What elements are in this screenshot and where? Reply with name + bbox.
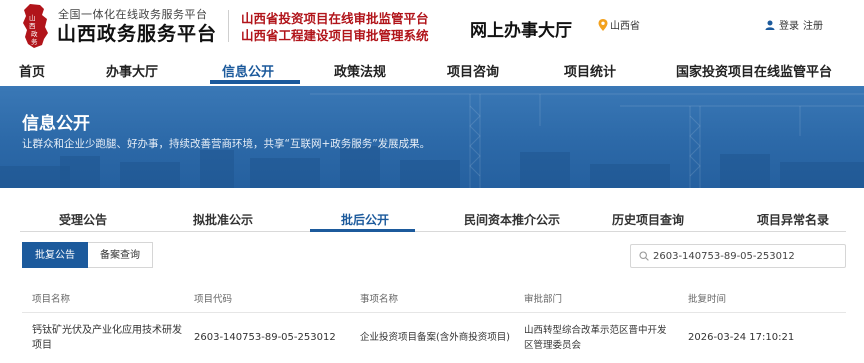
tab-private-capital[interactable]: 民间资本推介公示 xyxy=(464,211,560,228)
site-header: 山 西 政 务 全国一体化在线政务服务平台 山西政务服务平台 山西省投资项目在线… xyxy=(0,0,864,52)
tab-history-query[interactable]: 历史项目查询 xyxy=(612,211,684,228)
location-label: 山西省 xyxy=(610,21,640,32)
cell-project-name[interactable]: 钙钛矿光伏及产业化应用技术研发项目 xyxy=(32,323,182,353)
column-header-item-name: 事项名称 xyxy=(360,294,399,305)
disclosure-tabs: 受理公告 拟批准公示 批后公开 民间资本推介公示 历史项目查询 项目异常名录 xyxy=(0,204,864,234)
header-divider xyxy=(228,10,229,42)
banner-subtitle: 让群众和企业少跑腿、好办事，持续改善营商环境，共享“互联网+政务服务”发展成果。 xyxy=(22,138,431,150)
nav-item-home[interactable]: 首页 xyxy=(19,61,45,80)
tab-abnormal-list[interactable]: 项目异常名录 xyxy=(757,211,829,228)
nav-item-policies[interactable]: 政策法规 xyxy=(334,61,386,80)
account-links: 登录 注册 xyxy=(765,17,823,32)
nav-item-project-consult[interactable]: 项目咨询 xyxy=(447,61,499,80)
column-header-project-code: 项目代码 xyxy=(194,294,233,305)
tab-acceptance-notice[interactable]: 受理公告 xyxy=(59,211,107,228)
filing-query-button[interactable]: 备案查询 xyxy=(88,242,153,268)
column-header-project-name: 项目名称 xyxy=(32,294,71,305)
user-icon xyxy=(765,20,775,30)
cell-project-code: 2603-140753-89-05-253012 xyxy=(194,332,336,343)
location-selector[interactable]: 山西省 xyxy=(598,17,640,32)
column-header-department: 审批部门 xyxy=(524,294,563,305)
nav-item-info-disclosure[interactable]: 信息公开 xyxy=(222,61,274,80)
tab-pre-approval-notice[interactable]: 拟批准公示 xyxy=(193,211,253,228)
project-platform-line1: 山西省投资项目在线审批监管平台 xyxy=(241,11,429,26)
banner-title: 信息公开 xyxy=(22,114,90,134)
shanxi-logo-icon[interactable]: 山 西 政 务 xyxy=(20,3,50,49)
cell-approval-time: 2026-03-24 17:10:21 xyxy=(688,332,795,343)
project-platform-line2: 山西省工程建设项目审批管理系统 xyxy=(241,28,429,43)
tab-post-approval-disclosure[interactable]: 批后公开 xyxy=(341,211,389,228)
brand-title[interactable]: 山西政务服务平台 xyxy=(57,19,217,46)
approval-notice-button[interactable]: 批复公告 xyxy=(22,242,88,268)
tabs-divider xyxy=(20,231,846,232)
logo-char-1: 山 xyxy=(29,13,36,22)
search-icon xyxy=(639,251,649,261)
project-search-box[interactable] xyxy=(630,244,846,268)
nav-item-service-hall[interactable]: 办事大厅 xyxy=(106,61,158,80)
results-table-header: 项目名称 项目代码 事项名称 审批部门 批复时间 xyxy=(22,284,846,310)
main-nav: 首页 办事大厅 信息公开 政策法规 项目咨询 项目统计 国家投资项目在线监管平台 xyxy=(0,52,864,86)
location-pin-icon xyxy=(598,18,608,31)
nav-item-national-platform[interactable]: 国家投资项目在线监管平台 xyxy=(676,61,832,80)
project-platform-title[interactable]: 山西省投资项目在线审批监管平台 山西省工程建设项目审批管理系统 xyxy=(241,10,429,44)
tab-active-indicator xyxy=(310,229,415,232)
column-header-approval-time: 批复时间 xyxy=(688,294,727,305)
nav-item-project-stats[interactable]: 项目统计 xyxy=(564,61,616,80)
search-input[interactable] xyxy=(653,250,843,262)
result-type-toggle: 批复公告 备案查询 xyxy=(22,242,153,268)
logo-char-2: 西 xyxy=(29,22,36,30)
table-row[interactable]: 钙钛矿光伏及产业化应用技术研发项目 2603-140753-89-05-2530… xyxy=(22,317,846,363)
logo-char-3: 政 xyxy=(31,29,38,38)
cell-item-name: 企业投资项目备案(含外商投资项目) xyxy=(360,332,510,343)
hall-title: 网上办事大厅 xyxy=(470,21,572,41)
login-link[interactable]: 登录 xyxy=(779,17,799,32)
nav-active-indicator xyxy=(210,80,300,84)
table-header-divider xyxy=(22,312,846,313)
hero-banner: 信息公开 让群众和企业少跑腿、好办事，持续改善营商环境，共享“互联网+政务服务”… xyxy=(0,86,864,188)
logo-char-4: 务 xyxy=(31,37,38,46)
register-link[interactable]: 注册 xyxy=(803,17,823,32)
cell-department: 山西转型综合改革示范区晋中开发区管理委员会 xyxy=(524,325,667,351)
